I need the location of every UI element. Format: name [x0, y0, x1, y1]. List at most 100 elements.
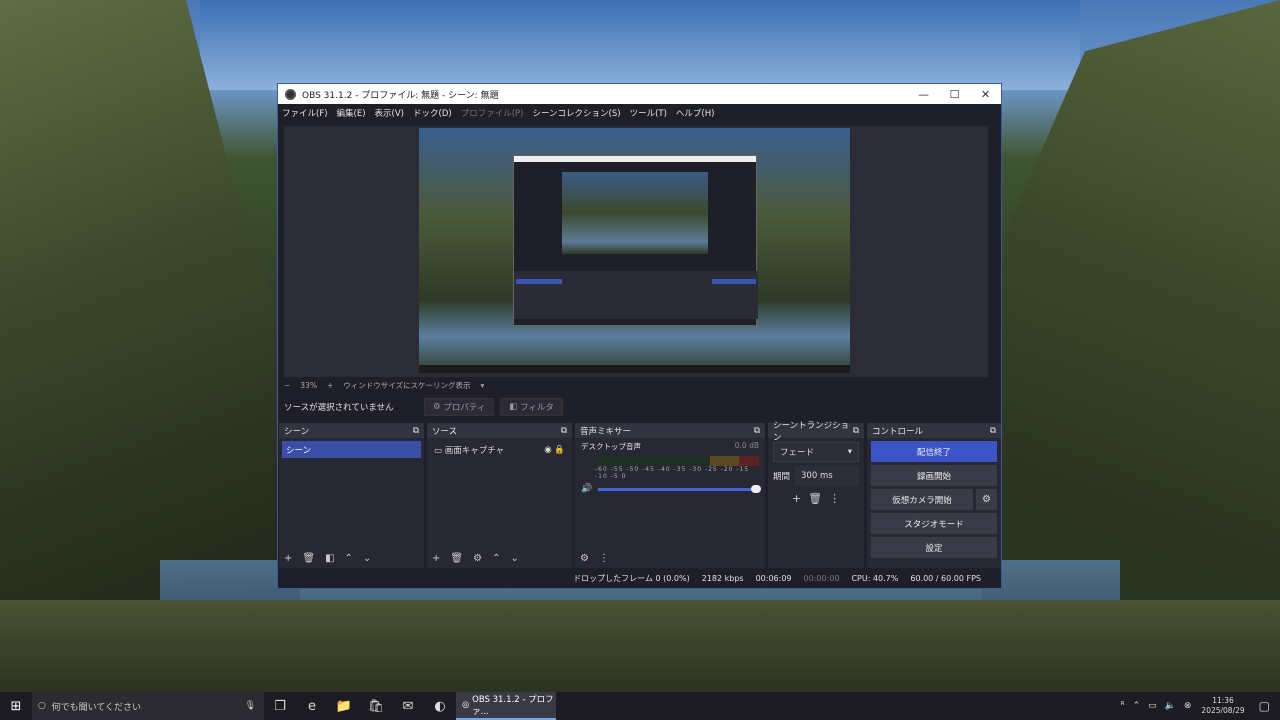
speaker-icon[interactable]: 🔊	[581, 484, 592, 494]
filter-icon: ◧	[509, 402, 521, 412]
chevron-down-icon[interactable]: ▾	[481, 381, 485, 390]
menu-edit[interactable]: 編集(E)	[337, 107, 366, 119]
transition-select[interactable]: フェード ▾	[773, 442, 859, 462]
taskbar-search[interactable]: ○ 何でも聞いてください 🎙	[32, 692, 264, 720]
zoom-in-button[interactable]: +	[327, 381, 333, 390]
browser-icon[interactable]: ◐	[424, 692, 456, 720]
eye-icon[interactable]: ◉	[544, 445, 551, 455]
preview-taskbar	[419, 365, 850, 373]
menu-scene-collection[interactable]: シーンコレクション(S)	[532, 107, 620, 119]
settings-button[interactable]: 設定	[871, 537, 997, 558]
filters-button[interactable]: ◧ フィルタ	[500, 398, 563, 416]
store-icon[interactable]: 🛍	[360, 692, 392, 720]
monitor-icon: ▭	[434, 445, 445, 456]
task-view-icon[interactable]: ❐	[264, 692, 296, 720]
people-icon[interactable]: ᴿ	[1121, 701, 1125, 711]
transitions-title: シーントランジション	[773, 420, 850, 443]
volume-knob[interactable]	[751, 484, 761, 493]
wallpaper-mountain-right	[980, 0, 1280, 640]
filter-icon[interactable]: ◧	[325, 553, 334, 564]
menu-file[interactable]: ファイル(F)	[282, 107, 328, 119]
zoom-out-button[interactable]: −	[284, 381, 290, 390]
trash-icon[interactable]: 🗑	[302, 553, 315, 564]
lock-icon[interactable]: 🔒	[554, 445, 565, 455]
network-icon[interactable]: ▭	[1148, 701, 1157, 711]
duration-input[interactable]: 300 ms	[795, 466, 859, 486]
filters-label: フィルタ	[520, 403, 554, 413]
notification-icon[interactable]: ▢	[1259, 699, 1270, 713]
close-button[interactable]: ✕	[970, 84, 1001, 104]
obs-tray-icon[interactable]: ⊗	[1184, 701, 1192, 711]
minimize-button[interactable]: —	[908, 84, 939, 104]
bitrate: 2182 kbps	[701, 573, 744, 583]
dock-menu-icon[interactable]: ⧉	[990, 426, 996, 436]
no-source-label: ソースが選択されていません	[284, 403, 394, 413]
stop-stream-button[interactable]: 配信終了	[871, 441, 997, 462]
mail-icon[interactable]: ✉	[392, 692, 424, 720]
menu-dock[interactable]: ドック(D)	[413, 107, 452, 119]
chevron-down-icon[interactable]: ⌄	[363, 553, 371, 564]
obs-logo-icon	[285, 88, 296, 100]
add-icon[interactable]: +	[792, 492, 801, 505]
dropped-frames: ドロップしたフレーム 0 (0.0%)	[573, 573, 690, 583]
studio-mode-button[interactable]: スタジオモード	[871, 513, 997, 534]
add-icon[interactable]: +	[432, 553, 440, 564]
start-record-button[interactable]: 録画開始	[871, 465, 997, 486]
properties-label: プロパティ	[443, 403, 486, 413]
mixer-settings-icon[interactable]: ⚙	[580, 553, 589, 564]
source-item[interactable]: ▭ 画面キャプチャ ◉ 🔒	[430, 441, 569, 458]
mixer-track-name: デスクトップ音声	[581, 442, 641, 451]
add-icon[interactable]: +	[284, 553, 292, 564]
clock-time: 11:36	[1212, 696, 1234, 705]
gear-icon: ⚙	[433, 402, 444, 412]
scene-item[interactable]: シーン	[282, 441, 421, 458]
preview-area[interactable]	[284, 126, 988, 377]
dock-menu-icon[interactable]: ⧉	[754, 426, 760, 436]
clock[interactable]: 11:36 2025/08/29	[1201, 696, 1244, 716]
mixer-dock: 音声ミキサー ⧉ デスクトップ音声 0.0 dB -60 -55 -50 -45 -…	[575, 423, 765, 569]
volume-slider[interactable]	[598, 484, 761, 493]
chevron-down-icon[interactable]: ⌄	[510, 553, 518, 564]
chevron-up-icon[interactable]: ⌃	[1133, 701, 1141, 711]
trash-icon[interactable]: 🗑	[808, 492, 822, 505]
taskbar-obs-app[interactable]: ◎ OBS 31.1.2 - プロファ...	[456, 692, 556, 720]
source-item-label: 画面キャプチャ	[444, 445, 505, 456]
cpu-usage: CPU: 40.7%	[851, 573, 899, 583]
gear-icon[interactable]: ⚙	[976, 489, 997, 510]
taskbar-app-label: OBS 31.1.2 - プロファ...	[472, 695, 554, 717]
properties-button[interactable]: ⚙ プロパティ	[424, 398, 495, 416]
edge-icon[interactable]: e	[296, 692, 328, 720]
maximize-button[interactable]: ☐	[939, 84, 970, 104]
duration-label: 期間	[773, 472, 791, 482]
scale-mode-dropdown[interactable]: ウィンドウサイズにスケーリング表示	[343, 380, 470, 391]
menu-view[interactable]: 表示(V)	[375, 107, 404, 119]
windows-start-icon[interactable]: ⊞	[0, 692, 32, 720]
gear-icon[interactable]: ⚙	[473, 553, 482, 564]
scenes-dock: シーン ⧉ シーン + 🗑 ◧ ⌃ ⌄	[279, 423, 424, 569]
meter-scale: -60 -55 -50 -45 -40 -35 -30 -25 -20 -15 …	[595, 466, 750, 480]
menu-tools[interactable]: ツール(T)	[630, 107, 667, 119]
mic-icon[interactable]: 🎙	[245, 701, 256, 711]
chevron-up-icon[interactable]: ⌃	[345, 553, 353, 564]
speaker-icon[interactable]: 🔈	[1165, 701, 1176, 711]
folder-icon[interactable]: 📁	[328, 692, 360, 720]
mixer-db: 0.0 dB	[734, 441, 759, 450]
more-icon[interactable]: ⋮	[829, 492, 840, 505]
trash-icon[interactable]: 🗑	[450, 553, 463, 564]
controls-dock: コントロール ⧉ 配信終了 録画開始 仮想カメラ開始 ⚙ スタジオモード 設定	[867, 423, 1001, 569]
menu-help[interactable]: ヘルプ(H)	[676, 107, 715, 119]
chevron-up-icon[interactable]: ⌃	[492, 553, 500, 564]
menu-bar: ファイル(F) 編集(E) 表示(V) ドック(D) プロファイル(P) シーン…	[278, 104, 1001, 121]
system-tray: ᴿ ⌃ ▭ 🔈 ⊗ 11:36 2025/08/29 ▢	[1113, 696, 1280, 716]
dock-menu-icon[interactable]: ⧉	[561, 426, 567, 436]
sources-title: ソース	[432, 426, 458, 437]
start-virtual-camera-button[interactable]: 仮想カメラ開始	[871, 489, 973, 510]
zoom-bar: − 33% + ウィンドウサイズにスケーリング表示 ▾	[284, 379, 494, 391]
more-icon[interactable]: ⋮	[599, 553, 609, 564]
menu-profile[interactable]: プロファイル(P)	[461, 107, 524, 119]
stream-time: 00:06:09	[755, 573, 792, 583]
dock-menu-icon[interactable]: ⧉	[853, 426, 859, 436]
audio-meter	[595, 456, 759, 466]
title-bar[interactable]: OBS 31.1.2 - プロファイル: 無題 - シーン: 無題 — ☐ ✕	[278, 84, 1001, 104]
dock-menu-icon[interactable]: ⧉	[413, 426, 419, 436]
